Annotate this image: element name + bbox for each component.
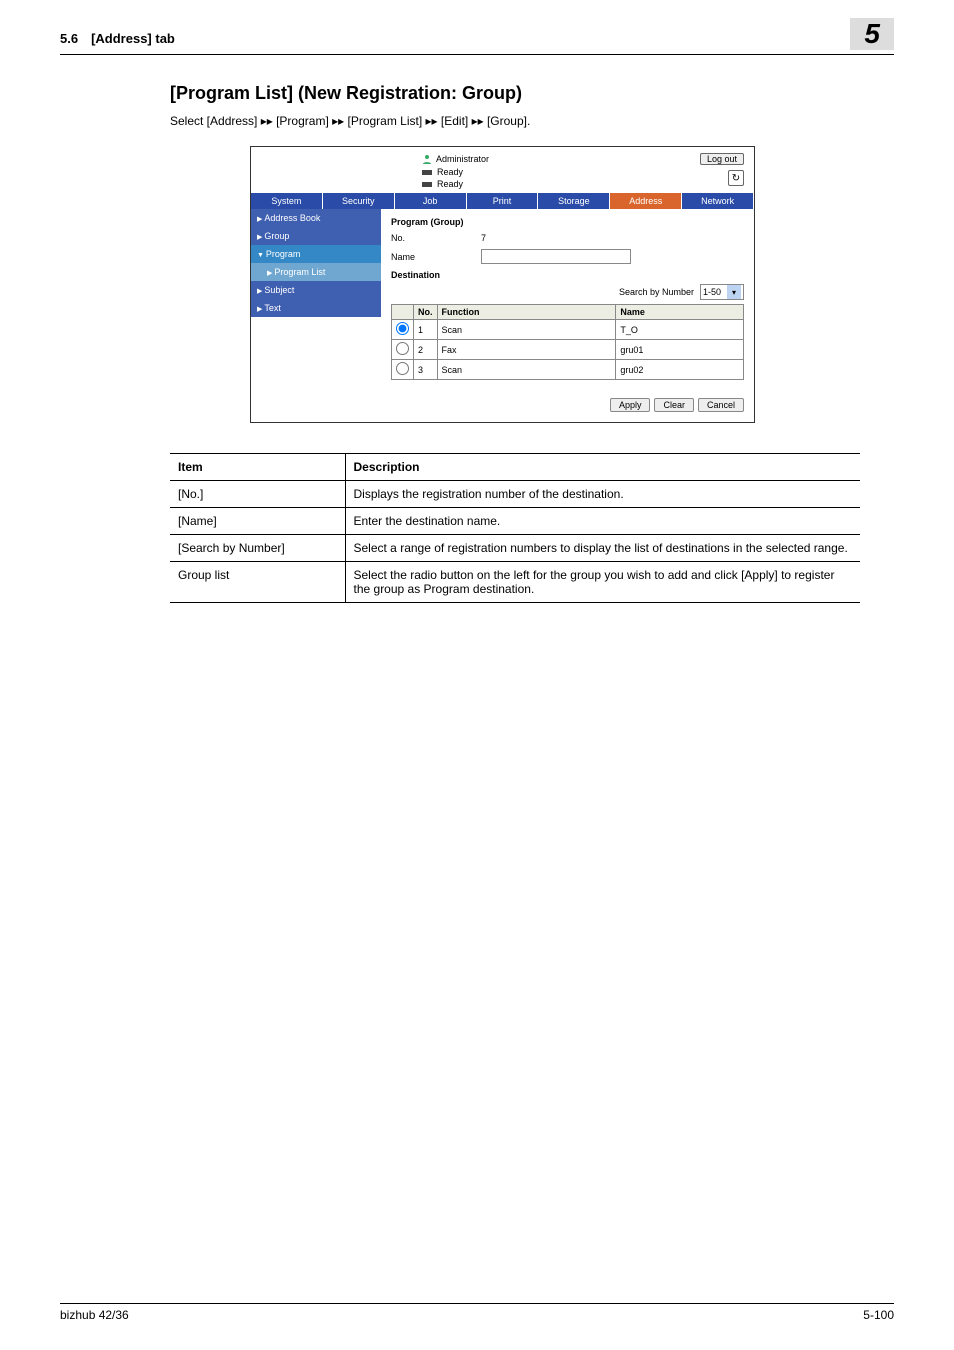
logout-button[interactable]: Log out [700,153,744,165]
printer-icon [421,167,433,177]
sidebar: Address Book Group Program Program List … [251,209,381,388]
row-func: Scan [437,360,616,380]
desc-item: [Name] [170,508,345,535]
sidebar-item-program-list[interactable]: Program List [251,263,381,281]
row-name: gru01 [616,340,744,360]
row-func: Scan [437,320,616,340]
desc-desc: Enter the destination name. [345,508,860,535]
content: [Program List] (New Registration: Group)… [0,55,954,603]
admin-icon [421,153,433,165]
chapter-number: 5 [850,18,894,50]
page-title: [Program List] (New Registration: Group) [170,83,894,104]
table-row: 1 Scan T_O [392,320,744,340]
tab-address[interactable]: Address [610,193,682,209]
sidebar-item-text[interactable]: Text [251,299,381,317]
desc-item: [Search by Number] [170,535,345,562]
description: Select [Address] ▸▸ [Program] ▸▸ [Progra… [170,114,894,128]
desc-header-desc: Description [345,454,860,481]
refresh-button[interactable]: ↻ [728,170,744,186]
col-radio [392,305,414,320]
row-radio[interactable] [396,322,409,335]
row-no: 2 [414,340,438,360]
chevron-down-icon: ▾ [727,285,741,299]
no-value: 7 [481,233,486,243]
sidebar-item-group[interactable]: Group [251,227,381,245]
page-footer: bizhub 42/36 5-100 [60,1303,894,1322]
refresh-icon: ↻ [732,173,740,184]
desc-desc: Select a range of registration numbers t… [345,535,860,562]
row-name: T_O [616,320,744,340]
printer-icon [421,179,433,189]
desc-item: [No.] [170,481,345,508]
col-no: No. [414,305,438,320]
footer-left: bizhub 42/36 [60,1308,129,1322]
destination-label: Destination [391,270,744,280]
desc-header-item: Item [170,454,345,481]
row-radio[interactable] [396,342,409,355]
table-row: 3 Scan gru02 [392,360,744,380]
tab-print[interactable]: Print [467,193,539,209]
tabs: System Security Job Print Storage Addres… [251,193,754,209]
tab-network[interactable]: Network [682,193,754,209]
header-left: 5.6 [Address] tab [60,31,175,46]
cancel-button[interactable]: Cancel [698,398,744,412]
row-func: Fax [437,340,616,360]
desc-desc: Displays the registration number of the … [345,481,860,508]
desc-desc: Select the radio button on the left for … [345,562,860,603]
status-line-2: Ready [421,179,463,189]
search-label: Search by Number [619,287,694,297]
footer-right: 5-100 [863,1308,894,1322]
table-row: 2 Fax gru01 [392,340,744,360]
name-input[interactable] [481,249,631,264]
group-table: No. Function Name 1 Scan T_O 2 Fax [391,304,744,380]
clear-button[interactable]: Clear [654,398,694,412]
sidebar-item-address-book[interactable]: Address Book [251,209,381,227]
app-frame: Administrator Log out Ready Ready ↻ Syst… [250,146,755,423]
sidebar-item-subject[interactable]: Subject [251,281,381,299]
status2: Ready [437,179,463,189]
col-name: Name [616,305,744,320]
status1: Ready [437,167,463,177]
tab-storage[interactable]: Storage [538,193,610,209]
form-title: Program (Group) [391,217,744,227]
administrator-label: Administrator [421,153,489,165]
tab-security[interactable]: Security [323,193,395,209]
status-line-1: Ready [421,167,463,177]
desc-item: Group list [170,562,345,603]
search-value: 1-50 [703,287,721,297]
search-select[interactable]: 1-50 ▾ [700,284,744,300]
row-radio[interactable] [396,362,409,375]
page-header: 5.6 [Address] tab 5 [60,0,894,55]
apply-button[interactable]: Apply [610,398,651,412]
col-function: Function [437,305,616,320]
row-name: gru02 [616,360,744,380]
main-panel: Program (Group) No. 7 Name Destination S… [381,209,754,388]
tab-system[interactable]: System [251,193,323,209]
no-label: No. [391,233,481,243]
row-no: 1 [414,320,438,340]
sidebar-item-program[interactable]: Program [251,245,381,263]
tab-job[interactable]: Job [395,193,467,209]
administrator-text: Administrator [436,154,489,164]
row-no: 3 [414,360,438,380]
description-table: Item Description [No.] Displays the regi… [170,453,860,603]
name-label: Name [391,252,481,262]
